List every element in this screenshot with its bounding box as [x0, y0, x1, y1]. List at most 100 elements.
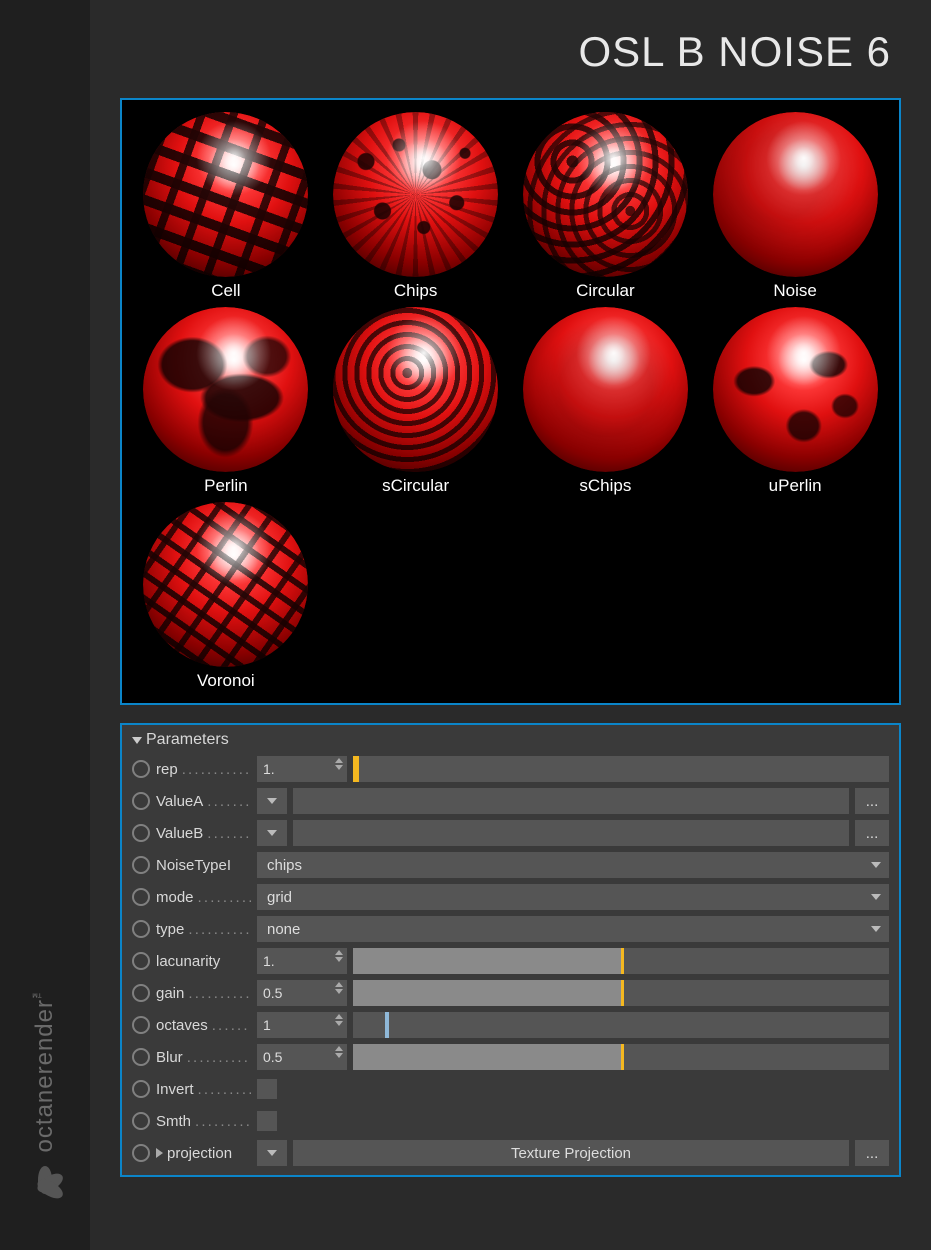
preview-label: Circular	[576, 281, 635, 301]
projection-dropdown[interactable]	[257, 1140, 287, 1166]
preview-label: Perlin	[204, 476, 247, 496]
param-row-projection: projection Texture Projection ...	[122, 1137, 899, 1169]
param-label: ValueA	[156, 793, 251, 810]
param-row-blur: Blur 0.5	[122, 1041, 899, 1073]
chevron-down-icon	[267, 830, 277, 836]
param-label: Blur	[156, 1049, 251, 1066]
sphere-icon	[713, 112, 878, 277]
keyframe-radio[interactable]	[132, 1112, 150, 1130]
parameters-header[interactable]: Parameters	[122, 725, 899, 753]
valuea-field[interactable]	[293, 788, 849, 814]
sidebar: octanerender™	[0, 0, 90, 1250]
keyframe-radio[interactable]	[132, 824, 150, 842]
preview-noise[interactable]: Noise	[703, 112, 887, 301]
projection-field[interactable]: Texture Projection	[293, 1140, 849, 1166]
sphere-icon	[333, 112, 498, 277]
param-label: gain	[156, 985, 251, 1002]
valueb-browse-button[interactable]: ...	[855, 820, 889, 846]
preview-label: Chips	[394, 281, 437, 301]
param-row-valueb: ValueB ...	[122, 817, 899, 849]
valuea-dropdown[interactable]	[257, 788, 287, 814]
type-select[interactable]: none	[257, 916, 889, 942]
param-row-smth: Smth	[122, 1105, 899, 1137]
mode-select[interactable]: grid	[257, 884, 889, 910]
sphere-icon	[333, 307, 498, 472]
smth-checkbox[interactable]	[257, 1111, 277, 1131]
projection-browse-button[interactable]: ...	[855, 1140, 889, 1166]
lacunarity-slider[interactable]	[353, 948, 889, 974]
param-row-lacunarity: lacunarity 1.	[122, 945, 899, 977]
param-row-gain: gain 0.5	[122, 977, 899, 1009]
preview-scircular[interactable]: sCircular	[324, 307, 508, 496]
preview-uperlin[interactable]: uPerlin	[703, 307, 887, 496]
keyframe-radio[interactable]	[132, 952, 150, 970]
param-label: projection	[156, 1145, 251, 1162]
param-label: mode	[156, 889, 251, 906]
gain-slider[interactable]	[353, 980, 889, 1006]
keyframe-radio[interactable]	[132, 760, 150, 778]
keyframe-radio[interactable]	[132, 792, 150, 810]
preview-label: Cell	[211, 281, 240, 301]
keyframe-radio[interactable]	[132, 1080, 150, 1098]
valueb-dropdown[interactable]	[257, 820, 287, 846]
param-label: lacunarity	[156, 953, 251, 970]
param-label: type	[156, 921, 251, 938]
gain-spinner[interactable]: 0.5	[257, 980, 347, 1006]
preview-panel: Cell Chips Circular Noise Perlin	[120, 98, 901, 705]
param-row-invert: Invert	[122, 1073, 899, 1105]
chevron-down-icon	[267, 798, 277, 804]
valuea-browse-button[interactable]: ...	[855, 788, 889, 814]
sphere-icon	[523, 112, 688, 277]
rep-slider[interactable]	[353, 756, 889, 782]
param-row-rep: rep 1.	[122, 753, 899, 785]
sphere-icon	[143, 502, 308, 667]
keyframe-radio[interactable]	[132, 856, 150, 874]
param-row-mode: mode grid	[122, 881, 899, 913]
lacunarity-spinner[interactable]: 1.	[257, 948, 347, 974]
valueb-field[interactable]	[293, 820, 849, 846]
preview-cell[interactable]: Cell	[134, 112, 318, 301]
preview-voronoi[interactable]: Voronoi	[134, 502, 318, 691]
param-row-valuea: ValueA ...	[122, 785, 899, 817]
sphere-icon	[143, 307, 308, 472]
sphere-icon	[143, 112, 308, 277]
invert-checkbox[interactable]	[257, 1079, 277, 1099]
preview-perlin[interactable]: Perlin	[134, 307, 318, 496]
chevron-down-icon	[871, 894, 881, 900]
collapse-icon	[132, 737, 142, 744]
param-row-octaves: octaves 1	[122, 1009, 899, 1041]
keyframe-radio[interactable]	[132, 1144, 150, 1162]
rep-spinner[interactable]: 1.	[257, 756, 347, 782]
param-row-type: type none	[122, 913, 899, 945]
preview-label: Noise	[773, 281, 816, 301]
brand-text: octanerender™	[31, 986, 59, 1152]
blur-slider[interactable]	[353, 1044, 889, 1070]
keyframe-radio[interactable]	[132, 1016, 150, 1034]
preview-label: Voronoi	[197, 671, 255, 691]
param-label: rep	[156, 761, 251, 778]
brand-logo-icon	[21, 1162, 69, 1210]
keyframe-radio[interactable]	[132, 920, 150, 938]
preview-label: sChips	[579, 476, 631, 496]
chevron-down-icon	[267, 1150, 277, 1156]
chevron-down-icon	[871, 862, 881, 868]
param-label: octaves	[156, 1017, 251, 1034]
keyframe-radio[interactable]	[132, 888, 150, 906]
preview-circular[interactable]: Circular	[514, 112, 698, 301]
sphere-icon	[523, 307, 688, 472]
chevron-down-icon	[871, 926, 881, 932]
param-label: Smth	[156, 1113, 251, 1130]
parameters-header-label: Parameters	[146, 731, 229, 749]
preview-schips[interactable]: sChips	[514, 307, 698, 496]
noisetype-select[interactable]: chips	[257, 852, 889, 878]
keyframe-radio[interactable]	[132, 984, 150, 1002]
expand-icon[interactable]	[156, 1148, 163, 1158]
preview-label: sCircular	[382, 476, 449, 496]
blur-spinner[interactable]: 0.5	[257, 1044, 347, 1070]
keyframe-radio[interactable]	[132, 1048, 150, 1066]
octaves-spinner[interactable]: 1	[257, 1012, 347, 1038]
param-label: ValueB	[156, 825, 251, 842]
octaves-slider[interactable]	[353, 1012, 889, 1038]
preview-chips[interactable]: Chips	[324, 112, 508, 301]
page-title: OSL B NOISE 6	[120, 0, 901, 98]
